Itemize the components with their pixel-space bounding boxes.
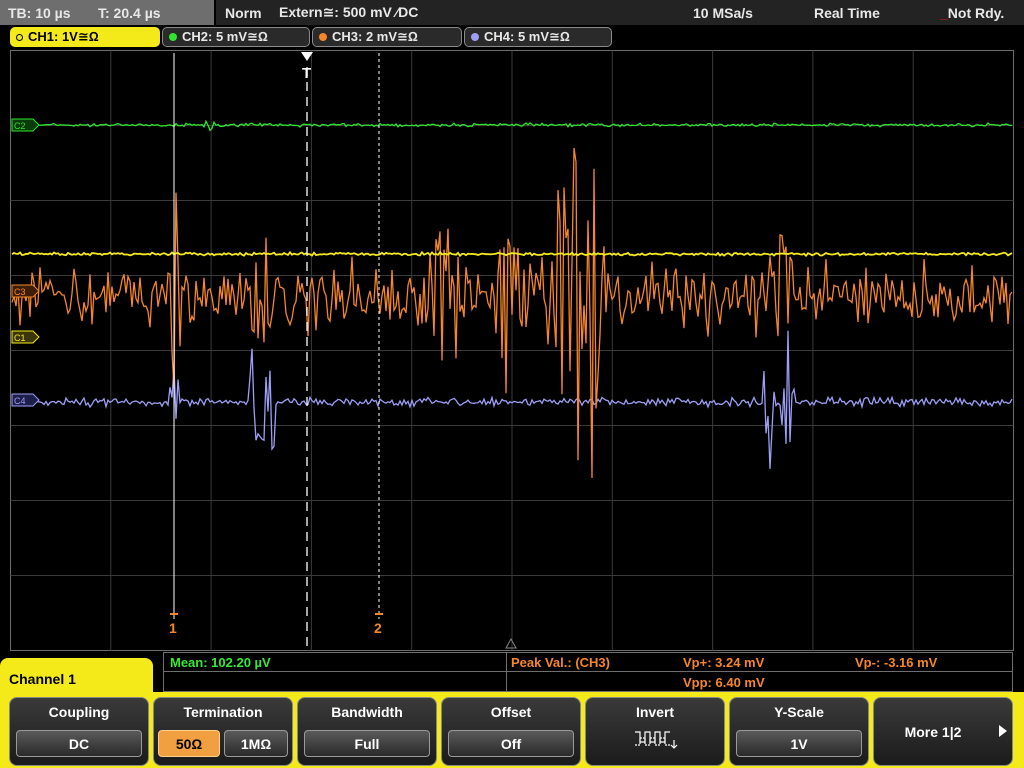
trigger-position-label: T: 20.4 µs xyxy=(98,4,161,21)
ch2-marker[interactable]: C2 xyxy=(11,118,40,132)
channel-indicator-icon xyxy=(471,33,479,41)
termination-1mohm-button[interactable]: 1MΩ xyxy=(224,730,288,757)
run-status-text: Not Rdy. xyxy=(947,4,1005,21)
tab-ch1[interactable]: CH1: 1V≅Ω xyxy=(10,27,160,47)
menu-title: Channel 1 xyxy=(9,671,76,687)
measurement-divider xyxy=(164,671,1012,672)
y-scale-title: Y-Scale xyxy=(774,704,824,720)
termination-title: Termination xyxy=(183,704,263,720)
mean-measurement: Mean: 102.20 µV xyxy=(170,655,271,670)
ch4-marker[interactable]: C4 xyxy=(11,393,40,407)
run-status-indicator-icon: _ xyxy=(940,4,948,21)
timebase-label: TB: 10 µs xyxy=(8,4,71,21)
measurement-panel[interactable]: Mean: 102.20 µV Peak Val.: (CH3) Vp+: 3.… xyxy=(163,652,1013,692)
more-label: More 1|2 xyxy=(904,723,962,740)
bandwidth-title: Bandwidth xyxy=(331,704,403,720)
acquisition-mode-label: Real Time xyxy=(814,4,880,21)
termination-50ohm-button[interactable]: 50Ω xyxy=(158,730,220,757)
channel-indicator-icon xyxy=(169,33,177,41)
ch2-marker-label: C2 xyxy=(14,121,26,131)
y-scale-value-button[interactable]: 1V xyxy=(736,730,862,757)
ch1-marker[interactable]: C1 xyxy=(11,330,40,344)
trigger-marker-label: T xyxy=(302,65,311,82)
coupling-value-button[interactable]: DC xyxy=(16,730,142,757)
tab-ch1-label: CH1: 1V≅Ω xyxy=(28,29,99,44)
arrow-right-icon xyxy=(999,725,1007,737)
bandwidth-value-button[interactable]: Full xyxy=(304,730,430,757)
coupling-softkey[interactable]: Coupling DC xyxy=(9,697,149,766)
cursor-1-label: 1 xyxy=(169,620,177,636)
more-softkey[interactable]: More 1|2 xyxy=(873,697,1013,766)
offset-value-button[interactable]: Off xyxy=(448,730,574,757)
tab-ch3[interactable]: CH3: 2 mV≅Ω xyxy=(312,27,462,47)
ch3-marker[interactable]: C3 xyxy=(11,284,40,298)
offset-softkey[interactable]: Offset Off xyxy=(441,697,581,766)
trigger-mode-label: Norm xyxy=(225,4,262,21)
measurement-divider xyxy=(506,653,507,691)
run-status-label: _ Not Rdy. xyxy=(940,0,1004,25)
menu-title-tab: Channel 1 xyxy=(0,658,153,700)
vpp-measurement: Vpp: 6.40 mV xyxy=(683,675,765,690)
cursor-2-label: 2 xyxy=(374,620,382,636)
bandwidth-softkey[interactable]: Bandwidth Full xyxy=(297,697,437,766)
peak-value-label: Peak Val.: (CH3) xyxy=(511,655,610,670)
ch1-marker-label: C1 xyxy=(14,333,26,343)
tab-ch2-label: CH2: 5 mV≅Ω xyxy=(182,29,268,44)
tab-ch4-label: CH4: 5 mV≅Ω xyxy=(484,29,570,44)
waveform-svg: T 1 2 C2 C3 C1 C4 xyxy=(10,50,1014,651)
square-wave-invert-icon xyxy=(635,731,678,749)
sample-rate-label: 10 MSa/s xyxy=(693,4,753,21)
tab-ch3-label: CH3: 2 mV≅Ω xyxy=(332,29,418,44)
ch4-marker-label: C4 xyxy=(14,396,26,406)
channel-indicator-icon xyxy=(319,33,327,41)
tab-ch4[interactable]: CH4: 5 mV≅Ω xyxy=(464,27,612,47)
vp-plus-measurement: Vp+: 3.24 mV xyxy=(683,655,765,670)
channel-indicator-icon xyxy=(16,33,23,41)
termination-softkey[interactable]: Termination 50Ω 1MΩ xyxy=(153,697,293,766)
invert-title: Invert xyxy=(635,704,675,720)
tab-ch2[interactable]: CH2: 5 mV≅Ω xyxy=(162,27,310,47)
offset-title: Offset xyxy=(490,704,532,720)
ch3-marker-label: C3 xyxy=(14,287,26,297)
trigger-source-label: Extern≅: 500 mV ∕DC xyxy=(279,4,419,20)
invert-softkey[interactable]: Invert xyxy=(585,697,725,766)
coupling-title: Coupling xyxy=(48,704,110,720)
vp-minus-measurement: Vp-: -3.16 mV xyxy=(855,655,938,670)
y-scale-softkey[interactable]: Y-Scale 1V xyxy=(729,697,869,766)
waveform-display[interactable]: T 1 2 C2 C3 C1 C4 xyxy=(0,47,1024,652)
status-bar: TB: 10 µs T: 20.4 µs Norm Extern≅: 500 m… xyxy=(0,0,1024,25)
